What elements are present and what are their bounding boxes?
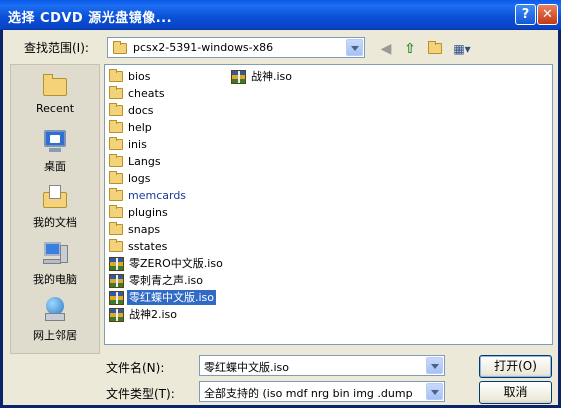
place-desktop[interactable]: 桌面 [11, 127, 99, 174]
file-name: plugins [128, 206, 168, 219]
chevron-down-icon[interactable] [426, 383, 443, 400]
folder-item[interactable]: help [109, 119, 154, 136]
file-name: 零红蝶中文版.iso [127, 290, 217, 305]
iso-archive-icon [231, 69, 246, 84]
file-name: inis [128, 138, 147, 151]
folder-item[interactable]: inis [109, 136, 149, 153]
iso-file-item[interactable]: 战神.iso [231, 68, 294, 85]
folder-item[interactable]: logs [109, 170, 153, 187]
folder-item[interactable]: memcards [109, 187, 188, 204]
chevron-down-icon[interactable] [426, 357, 443, 374]
file-name: 战神2.iso [129, 308, 178, 321]
cancel-button[interactable]: 取消 [479, 381, 552, 404]
folder-icon [109, 120, 123, 133]
place-network[interactable]: 网上邻居 [11, 296, 99, 343]
my-documents-icon [41, 183, 69, 211]
file-name: bios [128, 70, 151, 83]
filetype-label: 文件类型(T): [106, 387, 175, 401]
network-icon [41, 296, 69, 324]
folder-icon [109, 86, 123, 99]
folder-icon [113, 41, 127, 54]
lookin-label: 查找范围(I): [24, 41, 89, 55]
iso-archive-icon [109, 256, 124, 271]
place-label: Recent [35, 102, 75, 115]
iso-file-item[interactable]: 战神2.iso [109, 306, 179, 323]
folder-item[interactable]: sstates [109, 238, 169, 255]
file-name: 零ZERO中文版.iso [129, 257, 223, 270]
folder-icon [109, 154, 123, 167]
place-label: 网上邻居 [33, 329, 77, 342]
chevron-down-icon[interactable] [346, 39, 363, 56]
window-title: 选择 CDVD 源光盘镜像... [8, 11, 173, 26]
iso-file-item[interactable]: 零刺青之声.iso [109, 272, 205, 289]
place-label: 桌面 [44, 160, 66, 173]
filename-input[interactable]: 零红蝶中文版.iso [199, 355, 445, 376]
place-recent[interactable]: Recent [11, 71, 99, 115]
open-file-dialog: 选择 CDVD 源光盘镜像... ? ✕ 查找范围(I): pcsx2-5391… [0, 0, 561, 408]
folder-item[interactable]: snaps [109, 221, 162, 238]
folder-item[interactable]: cheats [109, 85, 167, 102]
iso-archive-icon [109, 273, 124, 288]
folder-item[interactable]: Langs [109, 153, 163, 170]
file-name: 战神.iso [251, 70, 293, 83]
filetype-select[interactable]: 全部支持的 (iso mdf nrg bin img .dump [199, 381, 445, 402]
file-name: help [128, 121, 152, 134]
folder-icon [109, 137, 123, 150]
folder-item[interactable]: bios [109, 68, 153, 85]
up-folder-icon[interactable]: ⇧ [400, 39, 420, 59]
close-button[interactable]: ✕ [537, 4, 558, 25]
places-bar: Recent 桌面 我的文档 我的电脑 网上邻居 [10, 64, 100, 354]
title-bar[interactable]: 选择 CDVD 源光盘镜像... ? ✕ [0, 0, 561, 30]
new-folder-icon[interactable] [425, 39, 445, 59]
filename-value: 零红蝶中文版.iso [204, 361, 290, 374]
dialog-body: 查找范围(I): pcsx2-5391-windows-x86 ◀ ⇧ ▦▾ R… [3, 30, 558, 405]
folder-icon [109, 171, 123, 184]
folder-icon [109, 103, 123, 116]
filetype-value: 全部支持的 (iso mdf nrg bin img .dump [204, 387, 413, 400]
file-name: logs [128, 172, 151, 185]
lookin-combo[interactable]: pcsx2-5391-windows-x86 [107, 37, 365, 58]
file-list[interactable]: bios cheats docs help inis Langs logs memcards p… [104, 64, 553, 345]
desktop-icon [41, 127, 69, 155]
iso-archive-icon [109, 307, 124, 322]
file-name: cheats [128, 87, 165, 100]
file-name: memcards [128, 189, 187, 202]
file-name: sstates [128, 240, 168, 253]
lookin-value: pcsx2-5391-windows-x86 [133, 41, 274, 54]
open-button[interactable]: 打开(O) [479, 355, 552, 378]
folder-item[interactable]: docs [109, 102, 156, 119]
folder-icon [109, 239, 123, 252]
help-button[interactable]: ? [515, 4, 536, 25]
folder-item[interactable]: plugins [109, 204, 170, 221]
filename-label: 文件名(N): [106, 361, 165, 375]
iso-file-item[interactable]: 零ZERO中文版.iso [109, 255, 225, 272]
folder-icon [109, 69, 123, 82]
place-my-computer[interactable]: 我的电脑 [11, 240, 99, 287]
place-label: 我的电脑 [33, 273, 77, 286]
file-name: 零刺青之声.iso [129, 274, 204, 287]
back-icon[interactable]: ◀ [376, 39, 396, 59]
iso-file-item[interactable]: 零红蝶中文版.iso [109, 289, 217, 306]
place-label: 我的文档 [33, 216, 77, 229]
view-menu-icon[interactable]: ▦▾ [449, 39, 475, 59]
file-name: docs [128, 104, 154, 117]
file-name: snaps [128, 223, 161, 236]
iso-archive-icon [109, 290, 124, 305]
folder-icon [109, 188, 123, 201]
my-computer-icon [41, 240, 69, 268]
recent-folder-icon [41, 71, 69, 99]
place-my-documents[interactable]: 我的文档 [11, 183, 99, 230]
folder-icon [109, 205, 123, 218]
file-name: Langs [128, 155, 161, 168]
folder-icon [109, 222, 123, 235]
